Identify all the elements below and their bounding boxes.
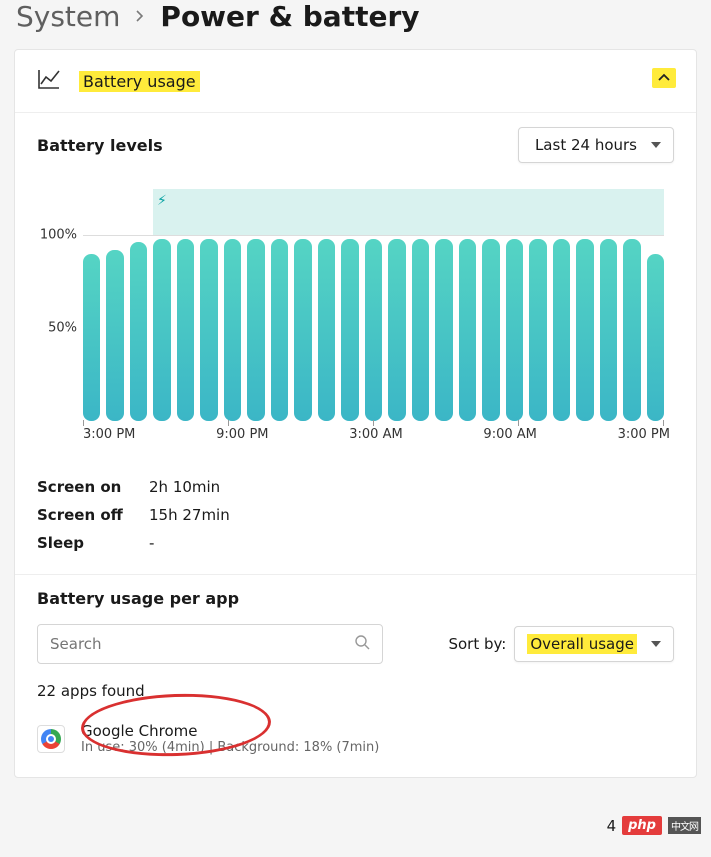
xtick-label: 3:00 PM bbox=[83, 427, 135, 442]
lightning-icon: ⚡ bbox=[157, 193, 167, 209]
xtick bbox=[518, 420, 519, 426]
chart-bar[interactable] bbox=[247, 239, 264, 421]
chart-bar[interactable] bbox=[388, 239, 405, 421]
chart-bar[interactable] bbox=[435, 239, 452, 421]
xtick-label: 9:00 AM bbox=[483, 427, 536, 442]
chart-bar[interactable] bbox=[83, 254, 100, 421]
chart-bar[interactable] bbox=[200, 239, 217, 421]
stat-label: Screen on bbox=[37, 478, 149, 496]
battery-levels-title: Battery levels bbox=[37, 136, 163, 155]
chart-bar[interactable] bbox=[647, 254, 664, 421]
chart-y-axis: 100% 50% bbox=[37, 189, 83, 421]
time-range-select[interactable]: Last 24 hours bbox=[518, 127, 674, 163]
battery-chart: 100% 50% ⚡ 3:00 PM9:00 PM3:00 AM9:00 AM3… bbox=[37, 189, 674, 442]
watermark: 4 php 中文网 bbox=[607, 816, 701, 835]
collapse-button[interactable] bbox=[652, 68, 676, 88]
sort-control: Sort by: Overall usage bbox=[448, 626, 674, 662]
sort-label: Sort by: bbox=[448, 635, 506, 653]
chart-bar[interactable] bbox=[177, 239, 194, 421]
ytick-100: 100% bbox=[40, 228, 77, 243]
chart-bar[interactable] bbox=[553, 239, 570, 421]
chart-bar[interactable] bbox=[506, 239, 523, 421]
battery-per-app-section: Battery usage per app Sort by: Overall u… bbox=[15, 574, 696, 777]
chart-bar[interactable] bbox=[459, 239, 476, 421]
chevron-up-icon bbox=[658, 72, 670, 84]
chart-bar[interactable] bbox=[412, 239, 429, 421]
chart-bar[interactable] bbox=[153, 239, 170, 421]
time-range-value: Last 24 hours bbox=[535, 136, 637, 154]
chart-x-axis: 3:00 PM 9:00 PM 3:00 AM 9:00 AM 3:00 PM bbox=[37, 427, 674, 442]
app-usage-detail: In use: 30% (4min) | Background: 18% (7m… bbox=[81, 740, 379, 755]
chart-bar[interactable] bbox=[224, 239, 241, 421]
page-title: Power & battery bbox=[160, 0, 419, 33]
chart-bar[interactable] bbox=[529, 239, 546, 421]
stat-value: 15h 27min bbox=[149, 506, 674, 524]
line-chart-icon bbox=[37, 68, 61, 94]
stat-label: Sleep bbox=[37, 534, 149, 552]
xtick-label: 9:00 PM bbox=[216, 427, 268, 442]
stat-value: - bbox=[149, 534, 674, 552]
chart-bar[interactable] bbox=[482, 239, 499, 421]
breadcrumb: System Power & battery bbox=[0, 0, 711, 39]
xtick bbox=[373, 420, 374, 426]
chart-bar[interactable] bbox=[365, 239, 382, 421]
chart-bar[interactable] bbox=[623, 239, 640, 421]
xtick bbox=[228, 420, 229, 426]
ytick-50: 50% bbox=[48, 321, 77, 336]
battery-levels-section: Battery levels Last 24 hours 100% 50% ⚡ … bbox=[15, 112, 696, 574]
chart-bar[interactable] bbox=[341, 239, 358, 421]
xtick-label: 3:00 PM bbox=[618, 427, 670, 442]
chart-plot-area: ⚡ bbox=[83, 189, 674, 421]
search-input[interactable] bbox=[50, 635, 354, 653]
battery-stats: Screen on2h 10minScreen off15h 27minSlee… bbox=[37, 478, 674, 552]
section-title-battery-usage: Battery usage bbox=[79, 72, 200, 91]
app-row[interactable]: Google Chrome In use: 30% (4min) | Backg… bbox=[37, 722, 674, 755]
chevron-right-icon bbox=[134, 7, 146, 26]
breadcrumb-parent[interactable]: System bbox=[16, 0, 120, 33]
search-icon bbox=[354, 634, 370, 654]
xtick-label: 3:00 AM bbox=[349, 427, 402, 442]
stat-value: 2h 10min bbox=[149, 478, 674, 496]
chart-bar[interactable] bbox=[576, 239, 593, 421]
search-input-wrapper[interactable] bbox=[37, 624, 383, 664]
app-name: Google Chrome bbox=[81, 722, 379, 740]
xtick bbox=[83, 420, 84, 426]
battery-usage-panel: Battery usage Battery levels Last 24 hou… bbox=[14, 49, 697, 778]
sort-value: Overall usage bbox=[527, 634, 637, 654]
chart-bar[interactable] bbox=[106, 250, 123, 421]
stat-label: Screen off bbox=[37, 506, 149, 524]
chrome-icon bbox=[37, 725, 65, 753]
chart-bar[interactable] bbox=[318, 239, 335, 421]
per-app-title: Battery usage per app bbox=[37, 589, 674, 608]
apps-found-count: 22 apps found bbox=[37, 682, 674, 700]
chart-bar[interactable] bbox=[600, 239, 617, 421]
chart-bar[interactable] bbox=[294, 239, 311, 421]
chart-bar[interactable] bbox=[271, 239, 288, 421]
battery-usage-header[interactable]: Battery usage bbox=[15, 50, 696, 112]
sort-select[interactable]: Overall usage bbox=[514, 626, 674, 662]
chart-bar[interactable] bbox=[130, 242, 147, 421]
xtick bbox=[663, 420, 664, 426]
